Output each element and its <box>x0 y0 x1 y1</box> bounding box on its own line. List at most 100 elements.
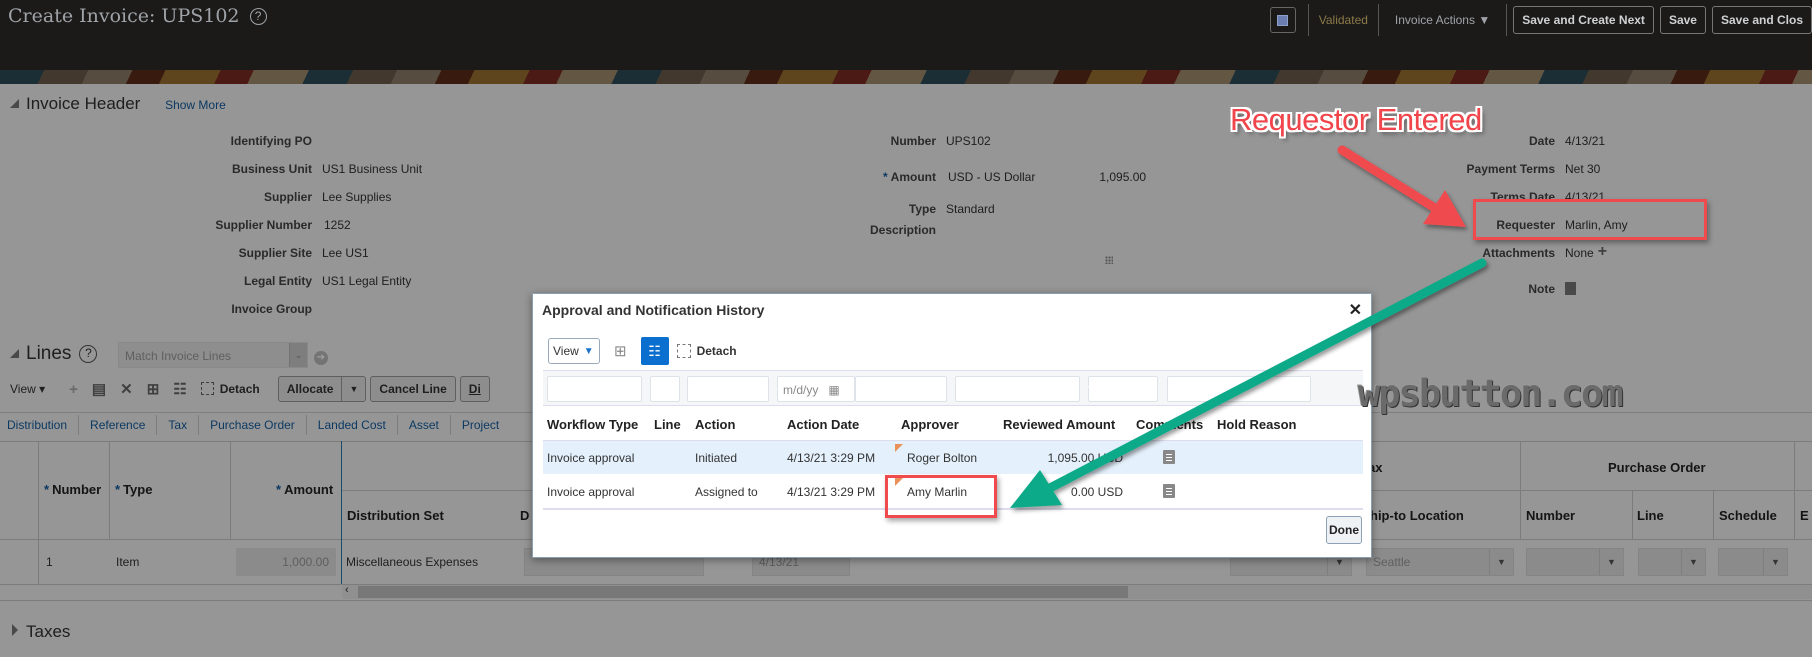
freeze-icon[interactable]: ⊞ <box>614 342 627 360</box>
caret-down-icon[interactable]: ▼ <box>341 377 365 401</box>
close-icon[interactable]: ✕ <box>1349 300 1362 320</box>
freeze-icon[interactable]: ⊞ <box>147 380 160 398</box>
line-distribution-set[interactable]: Miscellaneous Expenses <box>346 555 478 569</box>
filter-approver[interactable] <box>855 376 947 402</box>
col-header-reviewed-amount[interactable]: Reviewed Amount <box>1003 417 1115 432</box>
col-header-action-date[interactable]: Action Date <box>787 417 859 432</box>
filter-action-date[interactable]: m/d/yy ▦ <box>777 376 855 402</box>
filter-workflow-type[interactable] <box>547 376 642 402</box>
col-header-e[interactable]: E <box>1800 508 1809 523</box>
save-and-create-next-button[interactable]: Save and Create Next <box>1513 6 1654 34</box>
save-button[interactable]: Save <box>1659 6 1706 34</box>
col-header-distribution-set[interactable]: Distribution Set <box>347 508 444 523</box>
delete-icon[interactable]: ✕ <box>120 380 133 398</box>
tab-purchase-order[interactable]: Purchase Order <box>199 414 307 435</box>
col-header-action[interactable]: Action <box>695 417 735 432</box>
go-arrow-icon[interactable]: ➔ <box>314 351 328 365</box>
col-header-po-schedule[interactable]: Schedule <box>1719 508 1777 523</box>
collapse-icon[interactable] <box>10 349 19 358</box>
line-amount: 1,000.00 <box>236 548 336 576</box>
caret-down-icon: ▼ <box>1681 549 1705 575</box>
col-header-hold-reason[interactable]: Hold Reason <box>1217 417 1296 432</box>
collapse-icon[interactable] <box>10 99 19 108</box>
done-button[interactable]: Done <box>1326 516 1362 544</box>
comment-icon[interactable] <box>1163 484 1175 498</box>
duplicate-icon[interactable]: ▤ <box>92 380 106 398</box>
edit-note-icon[interactable] <box>1565 282 1576 295</box>
divider <box>1377 4 1379 36</box>
caret-down-icon: ▼ <box>1763 549 1787 575</box>
col-header-po-number[interactable]: Number <box>1526 508 1575 523</box>
detach-button[interactable]: Detach <box>676 344 737 358</box>
help-icon[interactable]: ? <box>249 8 267 25</box>
save-and-close-button[interactable]: Save and Clos <box>1711 6 1812 34</box>
divider <box>109 441 110 539</box>
tab-landed-cost[interactable]: Landed Cost <box>307 414 398 435</box>
col-header-ship-to-location[interactable]: hip-to Location <box>1370 508 1464 523</box>
filter-action[interactable] <box>687 376 769 402</box>
po-schedule-select[interactable]: ▼ <box>1718 548 1788 576</box>
invoice-header-section[interactable]: Invoice Header Show More <box>10 94 226 114</box>
lines-section[interactable]: Lines? <box>10 343 98 365</box>
detach-button[interactable]: Detach <box>200 382 260 396</box>
approver-link[interactable]: Roger Bolton <box>907 451 977 465</box>
ship-to-location-select[interactable]: Seattle ▼ <box>1366 548 1514 576</box>
table-row[interactable]: Invoice approval Initiated 4/13/21 3:29 … <box>543 441 1363 474</box>
show-more-link[interactable]: Show More <box>165 98 226 112</box>
resize-handle[interactable] <box>1105 256 1113 264</box>
watermark: wpsbutton.com <box>1358 372 1624 415</box>
view-menu[interactable]: View ▾ <box>10 382 45 396</box>
query-by-example-button[interactable]: ☷ <box>640 337 669 365</box>
add-attachment-icon[interactable]: + <box>1598 244 1607 260</box>
col-header-po-line[interactable]: Line <box>1637 508 1664 523</box>
field-note: Note <box>1400 282 1576 296</box>
app-header: Create Invoice: UPS102 ? Validated Invoi… <box>0 0 1812 70</box>
filter-reviewed-amount[interactable] <box>955 376 1080 402</box>
scrollbar-thumb[interactable] <box>358 586 1128 598</box>
add-icon[interactable]: + <box>69 381 78 398</box>
match-invoice-lines-select[interactable]: Match Invoice Lines ⌄ <box>118 342 308 368</box>
col-header-purchase-order: Purchase Order <box>1608 460 1706 475</box>
col-header-comments[interactable]: Comments <box>1136 417 1203 432</box>
expand-icon[interactable] <box>12 624 18 636</box>
calendar-icon[interactable]: ▦ <box>828 383 839 397</box>
horizontal-scrollbar[interactable]: ‹ <box>342 584 1812 599</box>
col-header-amount[interactable]: * Amount <box>276 482 333 497</box>
divider <box>1794 441 1795 539</box>
field-business-unit: Business Unit US1 Business Unit <box>231 162 423 176</box>
po-number-select[interactable]: ▼ <box>1526 548 1624 576</box>
tab-tax[interactable]: Tax <box>157 414 200 435</box>
filter-line[interactable] <box>650 376 680 402</box>
comment-icon[interactable] <box>1163 450 1175 464</box>
query-by-example-icon[interactable]: ☷ <box>173 380 186 398</box>
chevron-down-icon: ⌄ <box>289 343 307 367</box>
discard-button[interactable]: Di <box>459 376 490 402</box>
line-number: 1 <box>46 555 53 569</box>
col-header-line[interactable]: Line <box>654 417 681 432</box>
col-header-approver[interactable]: Approver <box>901 417 959 432</box>
tab-distribution[interactable]: Distribution <box>0 414 80 435</box>
filter-row: m/d/yy ▦ <box>543 370 1363 406</box>
col-header-type[interactable]: * Type <box>115 482 152 497</box>
filter-hold-reason[interactable] <box>1167 376 1311 402</box>
tab-reference[interactable]: Reference <box>79 414 158 435</box>
help-icon[interactable]: ? <box>79 345 98 363</box>
view-menu[interactable]: View ▼ <box>548 338 600 364</box>
field-legal-entity: Legal Entity US1 Legal Entity <box>243 274 412 288</box>
tab-asset[interactable]: Asset <box>398 414 451 435</box>
divider <box>38 441 39 584</box>
status-badge: Validated <box>1318 13 1368 27</box>
tab-project[interactable]: Project <box>451 415 510 435</box>
col-header-number[interactable]: * Number <box>44 482 101 497</box>
taxes-section[interactable]: Taxes <box>12 622 70 642</box>
line-type[interactable]: Item <box>116 555 139 569</box>
field-number: Number UPS102 <box>890 134 991 148</box>
col-header-d[interactable]: D <box>520 508 529 523</box>
invoice-actions-menu[interactable]: Invoice Actions ▼ <box>1395 13 1490 27</box>
col-header-workflow-type[interactable]: Workflow Type <box>547 417 638 432</box>
po-line-select[interactable]: ▼ <box>1638 548 1706 576</box>
cancel-line-button[interactable]: Cancel Line <box>370 376 456 402</box>
worksheet-button[interactable] <box>1269 7 1296 33</box>
scroll-left-icon[interactable]: ‹ <box>345 584 349 596</box>
allocate-button[interactable]: Allocate ▼ <box>277 376 367 402</box>
